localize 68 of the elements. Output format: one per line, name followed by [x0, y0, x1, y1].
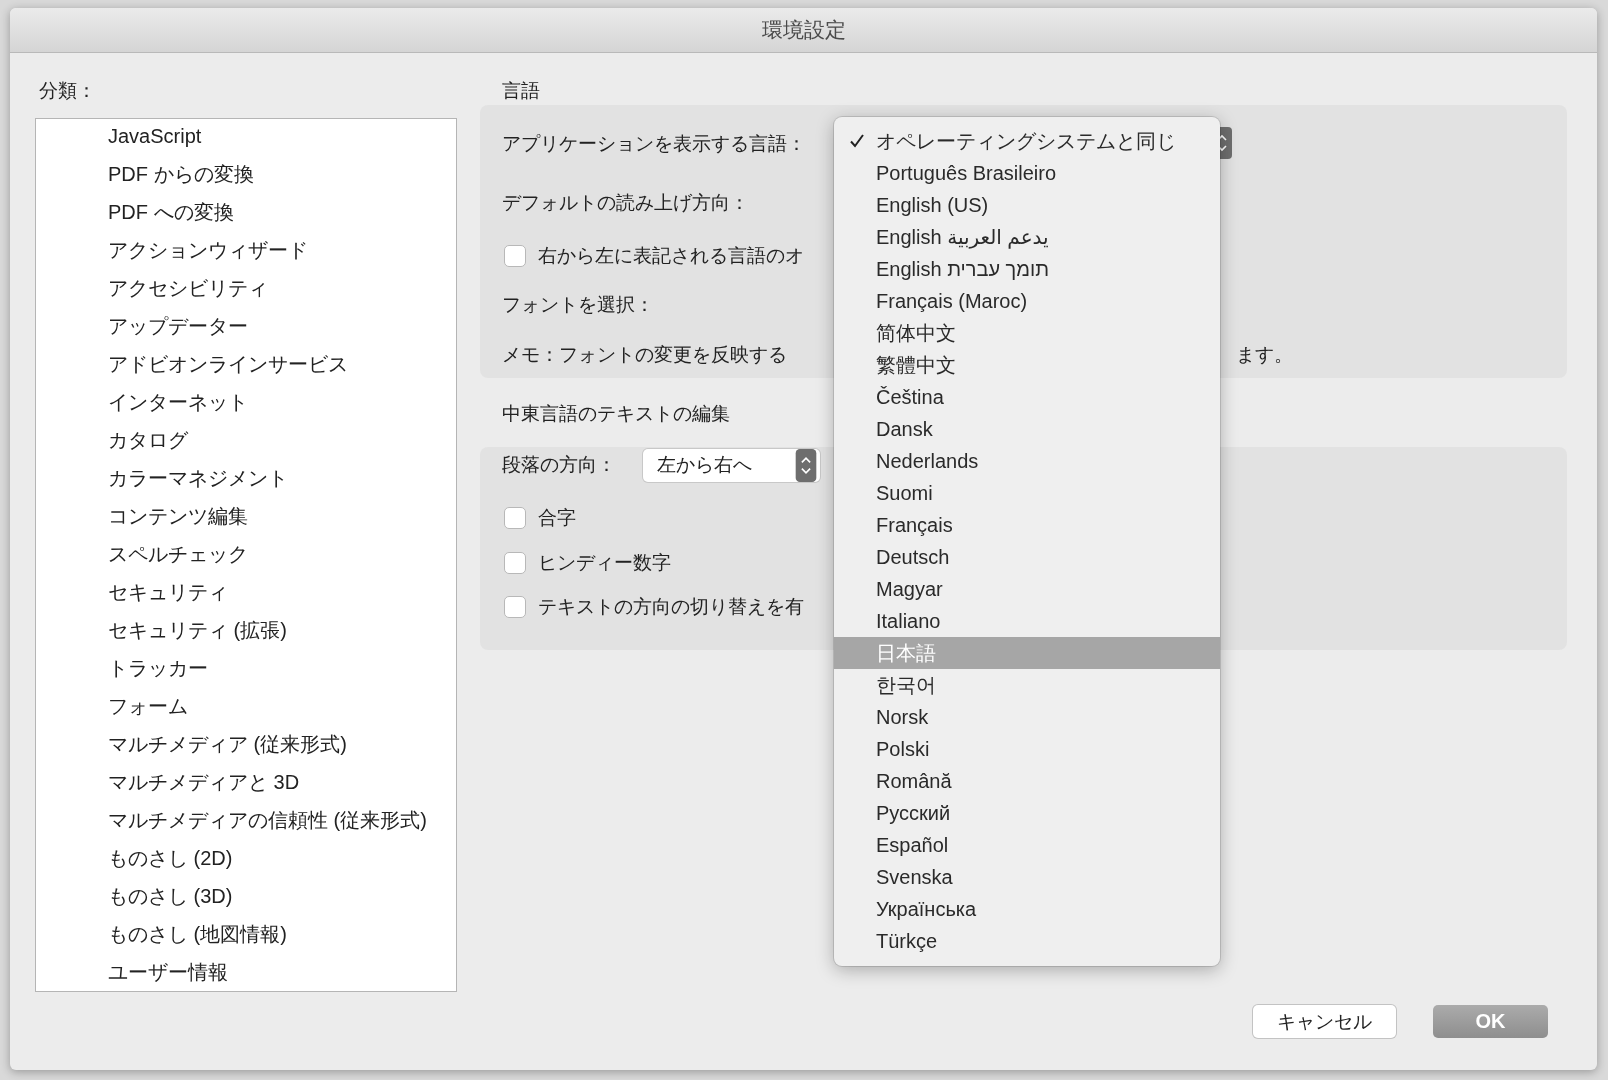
category-item[interactable]: マルチメディアの信頼性 (従来形式) — [36, 803, 427, 841]
category-item[interactable]: PDF への変換 — [36, 195, 234, 233]
menu-item[interactable]: Čeština — [834, 381, 1220, 413]
note-text: ます。 — [1236, 343, 1293, 367]
menu-item[interactable]: Русский — [834, 797, 1220, 829]
menu-item[interactable]: Norsk — [834, 701, 1220, 733]
menu-item[interactable]: Polski — [834, 733, 1220, 765]
menu-item[interactable]: Français — [834, 509, 1220, 541]
category-item[interactable]: JavaScript — [36, 119, 202, 157]
menu-item[interactable]: Türkçe — [834, 925, 1220, 957]
menu-item[interactable]: Français (Maroc) — [834, 285, 1220, 317]
category-item[interactable]: カタログ — [36, 423, 188, 461]
menu-item[interactable]: English يدعم العربية — [834, 221, 1220, 253]
checkbox[interactable] — [504, 596, 526, 618]
menu-item[interactable]: Română — [834, 765, 1220, 797]
section-title: 言語 — [502, 79, 540, 103]
menu-item[interactable]: English תומך עברית — [834, 253, 1220, 285]
category-item[interactable]: フォーム — [36, 689, 188, 727]
checkbox-label: 合字 — [538, 506, 576, 530]
menu-item[interactable]: 한국어 — [834, 669, 1220, 701]
field-label: デフォルトの読み上げ方向： — [502, 191, 749, 215]
category-item[interactable]: マルチメディア (従来形式) — [36, 727, 347, 765]
category-item[interactable]: アクセシビリティ — [36, 271, 268, 309]
category-item[interactable]: ものさし (地図情報) — [36, 917, 287, 955]
checkbox[interactable] — [504, 552, 526, 574]
window-title: 環境設定 — [761, 17, 846, 43]
category-item[interactable]: アップデーター — [36, 309, 248, 347]
field-label: 段落の方向： — [502, 453, 617, 477]
category-label: 分類： — [39, 79, 97, 103]
cancel-button[interactable]: キャンセル — [1253, 1005, 1396, 1038]
direction-select[interactable]: 左から右へ — [643, 448, 820, 482]
menu-item[interactable]: Magyar — [834, 573, 1220, 605]
menu-item[interactable]: Українська — [834, 893, 1220, 925]
section-title: 中東言語のテキストの編集 — [502, 402, 730, 426]
checkbox[interactable] — [504, 245, 526, 267]
category-item[interactable]: ユーザー情報 — [36, 955, 228, 991]
menu-item[interactable]: Dansk — [834, 413, 1220, 445]
menu-item[interactable]: 简体中文 — [834, 317, 1220, 349]
category-item[interactable]: PDF からの変換 — [36, 157, 254, 195]
category-item[interactable]: トラッカー — [36, 651, 208, 689]
menu-item[interactable]: オペレーティングシステムと同じ — [834, 125, 1220, 157]
note-text: メモ：フォントの変更を反映する — [502, 343, 788, 367]
category-item[interactable]: アドビオンラインサービス — [36, 347, 348, 385]
category-item[interactable]: マルチメディアと 3D — [36, 765, 300, 803]
checkbox-label: 右から左に表記される言語のオ — [538, 244, 804, 268]
menu-item[interactable]: 繁體中文 — [834, 349, 1220, 381]
menu-item[interactable]: Svenska — [834, 861, 1220, 893]
field-label: フォントを選択： — [502, 293, 654, 317]
category-item[interactable]: ものさし (3D) — [36, 879, 233, 917]
menu-item[interactable]: Suomi — [834, 477, 1220, 509]
category-item[interactable]: カラーマネジメント — [36, 461, 288, 499]
menu-item[interactable]: English (US) — [834, 189, 1220, 221]
menu-item[interactable]: Italiano — [834, 605, 1220, 637]
menu-item[interactable]: Español — [834, 829, 1220, 861]
category-item[interactable]: インターネット — [36, 385, 248, 423]
category-item[interactable]: コンテンツ編集 — [36, 499, 248, 537]
menu-item[interactable]: Nederlands — [834, 445, 1220, 477]
category-item[interactable]: セキュリティ — [36, 575, 228, 613]
field-label: アプリケーションを表示する言語： — [502, 132, 806, 156]
menu-item[interactable]: Português Brasileiro — [834, 157, 1220, 189]
category-item[interactable]: セキュリティ (拡張) — [36, 613, 287, 651]
category-item[interactable]: アクションウィザード — [36, 233, 308, 271]
checkbox[interactable] — [504, 507, 526, 529]
menu-item[interactable]: Deutsch — [834, 541, 1220, 573]
category-item[interactable]: スペルチェック — [36, 537, 248, 575]
category-item[interactable]: ものさし (2D) — [36, 841, 233, 879]
checkbox-label: ヒンディー数字 — [538, 551, 671, 575]
checkbox-label: テキストの方向の切り替えを有 — [538, 595, 804, 619]
